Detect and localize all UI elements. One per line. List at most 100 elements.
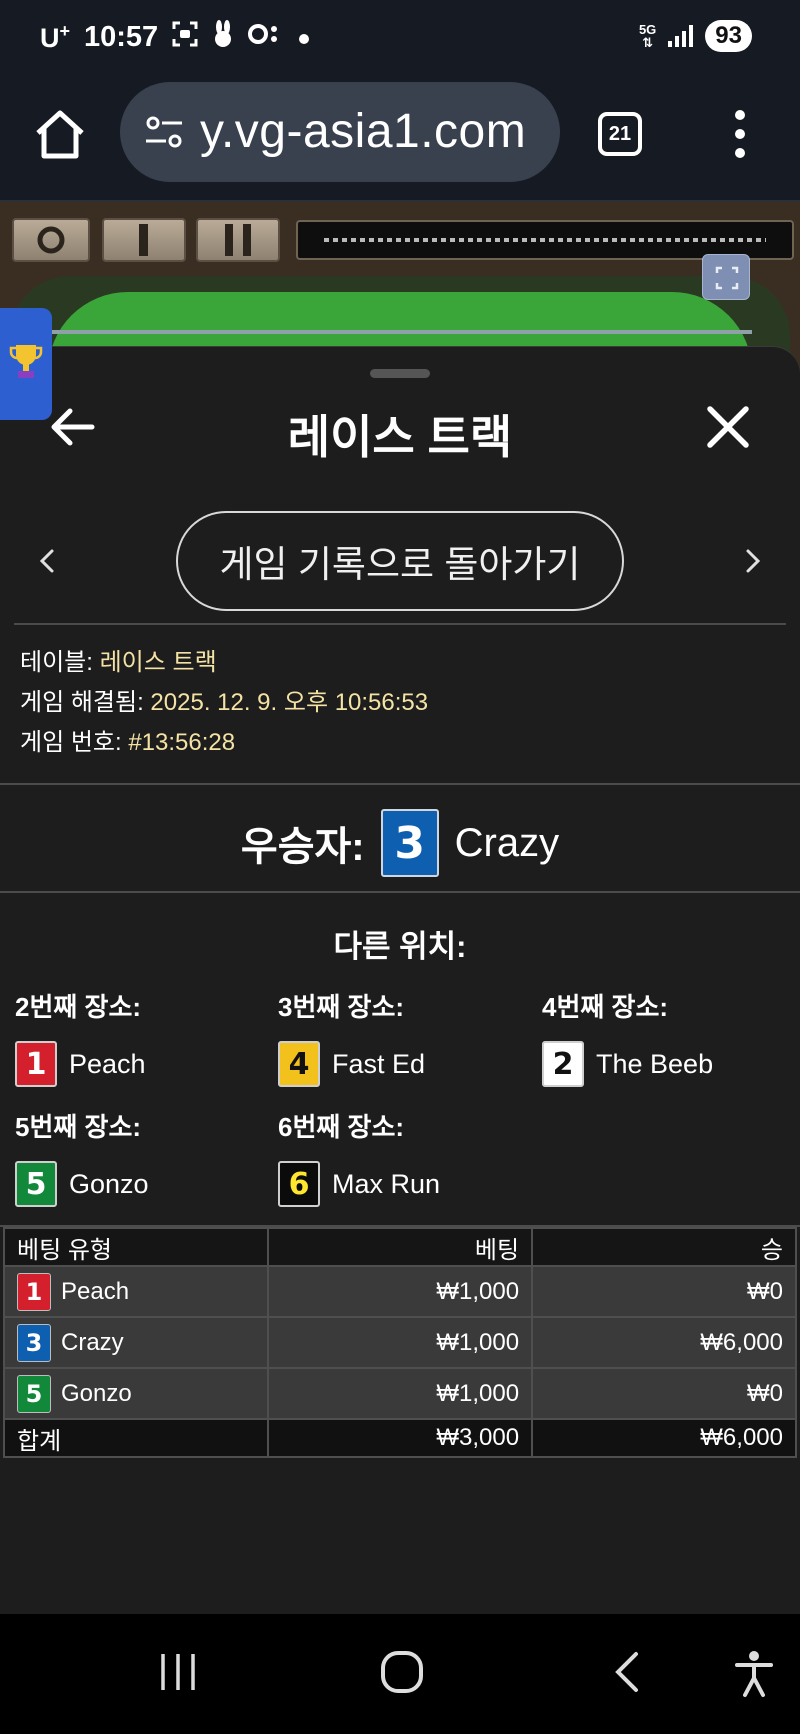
horse-badge: 3 [17, 1323, 51, 1362]
system-navigation-bar [0, 1614, 800, 1734]
horse-name: Gonzo [61, 1379, 132, 1407]
position-5th: 5번째 장소: 5 Gonzo [15, 1107, 275, 1207]
table-info-row: 테이블: 레이스 트랙 [20, 643, 428, 683]
win-amount-cell: ₩0 [531, 1367, 797, 1420]
clock: 10:57 [84, 21, 159, 53]
column-header-win: 승 [531, 1227, 797, 1267]
home-circle-icon[interactable] [380, 1650, 424, 1699]
position-4th: 4번째 장소: 2 The Beeb [542, 987, 800, 1087]
url-text[interactable]: y.vg-asia1.com [200, 104, 526, 159]
accessibility-icon[interactable] [734, 1650, 774, 1703]
previous-game-icon[interactable] [32, 543, 62, 579]
browser-toolbar: y.vg-asia1.com 21 [0, 76, 800, 202]
horse-name: The Beeb [596, 1048, 714, 1079]
signal-strength-icon [668, 25, 694, 47]
total-bet: ₩3,000 [267, 1418, 534, 1458]
horse-name: Peach [61, 1277, 130, 1305]
site-settings-icon[interactable] [142, 110, 186, 154]
game-number-label: 게임 번호: [20, 729, 122, 756]
column-header-bet: 베팅 [267, 1227, 534, 1267]
home-icon[interactable] [32, 106, 88, 162]
position-6th: 6번째 장소: 6 Max Run [278, 1107, 538, 1207]
column-header-bet-type: 베팅 유형 [2, 1227, 270, 1267]
total-win: ₩6,000 [531, 1418, 797, 1458]
drag-handle[interactable] [370, 369, 430, 378]
resolved-info-row: 게임 해결됨: 2025. 12. 9. 오후 10:56:53 [20, 683, 428, 723]
tab-switcher-button[interactable]: 21 [598, 112, 642, 156]
horse-badge: 1 [17, 1272, 51, 1311]
bet-amount-cell: ₩1,000 [267, 1265, 534, 1318]
horse-name: Fast Ed [332, 1048, 426, 1079]
carrier-plus: + [59, 21, 71, 41]
screenshot-icon [172, 21, 198, 54]
carrier-label: U+ [40, 21, 70, 54]
game-info: 테이블: 레이스 트랙 게임 해결됨: 2025. 12. 9. 오후 10:5… [20, 643, 428, 763]
back-chevron-icon[interactable] [612, 1650, 642, 1699]
winner-horse-name: Crazy [454, 820, 560, 865]
battery-level: 93 [705, 20, 752, 52]
table-label: 테이블: [20, 649, 93, 676]
horse-badge: 1 [15, 1041, 57, 1087]
status-bar: U+ 10:57 5G ⇅ 93 [0, 0, 800, 76]
bets-table: 베팅 유형 베팅 승 1 Peach ₩1,000 ₩0 3 Crazy ₩1,00… [2, 1227, 797, 1458]
notification-dot-icon [298, 24, 310, 52]
close-icon[interactable] [704, 403, 752, 451]
bet-type-cell: 1 Peach [2, 1265, 270, 1318]
horse-name: Max Run [332, 1168, 441, 1199]
game-navigation: 게임 기록으로 돌아가기 [0, 511, 800, 611]
game-control-o-button[interactable] [12, 218, 90, 262]
trophy-icon [9, 342, 43, 387]
other-positions-title: 다른 위치: [333, 929, 467, 964]
table-value: 레이스 트랙 [99, 649, 217, 676]
recent-apps-icon[interactable] [158, 1650, 198, 1699]
track-rail [48, 330, 752, 334]
position-label: 3번째 장소: [278, 992, 405, 1022]
talk-icon [248, 22, 284, 53]
next-game-icon[interactable] [738, 543, 768, 579]
race-track-panel: 레이스 트랙 게임 기록으로 돌아가기 테이블: 레이스 트랙 게임 해결됨: … [0, 346, 800, 1614]
trophy-tab-button[interactable] [0, 308, 52, 420]
position-label: 2번째 장소: [15, 992, 142, 1022]
win-amount-cell: ₩6,000 [531, 1316, 797, 1369]
position-label: 6번째 장소: [278, 1112, 405, 1142]
rabbit-icon [212, 20, 234, 55]
bet-type-cell: 3 Crazy [2, 1316, 270, 1369]
table-header-row: 베팅 유형 베팅 승 [2, 1227, 797, 1267]
table-row: 5 Gonzo ₩1,000 ₩0 [2, 1367, 797, 1420]
back-to-history-button[interactable]: 게임 기록으로 돌아가기 [176, 511, 624, 611]
total-label: 합계 [2, 1418, 270, 1458]
divider [0, 783, 800, 785]
position-2nd: 2번째 장소: 1 Peach [15, 987, 275, 1087]
winner-horse-badge: 3 [380, 809, 439, 877]
bet-type-cell: 5 Gonzo [2, 1367, 270, 1420]
network-5g-icon: 5G ⇅ [638, 22, 657, 50]
carrier-name: U [40, 23, 60, 53]
address-bar[interactable]: y.vg-asia1.com [120, 82, 560, 182]
resolved-label: 게임 해결됨: [20, 689, 144, 716]
win-amount-cell: ₩0 [531, 1265, 797, 1318]
fullscreen-icon[interactable] [702, 254, 750, 300]
resolved-value: 2025. 12. 9. 오후 10:56:53 [150, 689, 429, 716]
horse-badge: 4 [278, 1041, 320, 1087]
divider [14, 623, 786, 625]
horse-name: Gonzo [69, 1168, 149, 1199]
divider [0, 891, 800, 893]
game-control-i-button[interactable] [102, 218, 186, 262]
table-row: 3 Crazy ₩1,000 ₩6,000 [2, 1316, 797, 1369]
panel-header: 레이스 트랙 [0, 387, 800, 467]
position-label: 4번째 장소: [542, 992, 669, 1022]
horse-badge: 5 [15, 1161, 57, 1207]
panel-title: 레이스 트랙 [287, 411, 513, 463]
horse-badge: 6 [278, 1161, 320, 1207]
winner-row: 우승자: 3 Crazy [0, 803, 800, 883]
game-control-ii-button[interactable] [196, 218, 280, 262]
horse-badge: 2 [542, 1041, 584, 1087]
bet-amount-cell: ₩1,000 [267, 1367, 534, 1420]
more-options-icon[interactable] [728, 106, 752, 162]
table-row: 1 Peach ₩1,000 ₩0 [2, 1265, 797, 1318]
horse-badge: 5 [17, 1374, 51, 1413]
position-3rd: 3번째 장소: 4 Fast Ed [278, 987, 538, 1087]
position-label: 5번째 장소: [15, 1112, 142, 1142]
winner-label: 우승자: [240, 825, 365, 869]
horse-name: Peach [69, 1048, 146, 1079]
